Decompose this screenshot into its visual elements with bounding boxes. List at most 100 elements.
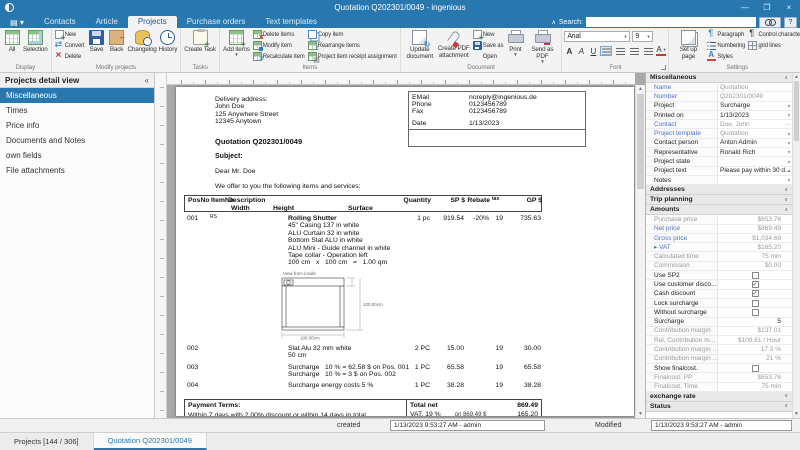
sidebar-item-miscellaneous[interactable]: Miscellaneous (0, 88, 154, 103)
find-button[interactable] (759, 17, 781, 28)
prop-value[interactable] (718, 299, 792, 307)
tab-article[interactable]: Article (86, 16, 128, 28)
font-family-select[interactable]: Arial▼ (564, 31, 630, 42)
checkbox[interactable]: ✓ (752, 290, 759, 297)
align-justify-button[interactable] (642, 46, 654, 56)
new-button[interactable]: New (472, 29, 505, 40)
create-pdf-attachment-button[interactable]: Create PDF attachment (437, 29, 471, 61)
prop-value[interactable] (718, 364, 792, 372)
item-row-004[interactable]: 004Surcharge energy costs 5 %1 PC38.2819… (184, 379, 542, 390)
set-up-page-button[interactable]: Set up page (671, 29, 705, 61)
tab-quotation[interactable]: Quotation Q202301/0049 (94, 433, 207, 450)
align-right-button[interactable] (628, 46, 640, 56)
sidebar-item-documents-and-notes[interactable]: Documents and Notes (0, 133, 154, 148)
align-left-button[interactable] (600, 46, 612, 56)
sidebar-item-own-fields[interactable]: own fields (0, 148, 154, 163)
prop-value[interactable]: Quotation▼ (718, 129, 792, 137)
prop-value[interactable]: $0.00 (718, 262, 792, 270)
dropdown-arrow-icon[interactable]: ▼ (787, 178, 791, 183)
prop-value[interactable]: 75 min (718, 252, 792, 260)
dropdown-arrow-icon[interactable]: ▼ (787, 131, 791, 136)
prop-value[interactable]: $137.01 (718, 327, 792, 335)
prop-value[interactable]: Ronald Rich▼ (718, 148, 792, 156)
tab-purchase-orders[interactable]: Purchase orders (177, 16, 256, 28)
search-input[interactable] (586, 17, 756, 27)
create-task-button[interactable]: Create Task (183, 29, 217, 54)
modified-value-field[interactable]: 1/13/2023 9:53:27 AM - admin (651, 420, 792, 431)
bold-button[interactable]: A (564, 45, 574, 56)
scroll-down-icon[interactable]: ▼ (636, 411, 645, 417)
copy-item-button[interactable]: Copy item (307, 29, 398, 40)
close-button[interactable]: × (778, 0, 800, 15)
prop-value[interactable]: $869.49 (718, 225, 792, 233)
scroll-thumb[interactable] (794, 81, 799, 141)
tab-contacts[interactable]: Contacts (34, 16, 86, 28)
document-page[interactable]: Delivery address: John Doe 125 Anywhere … (176, 87, 634, 416)
collapse-panel-icon[interactable]: « (145, 76, 149, 85)
dropdown-arrow-icon[interactable]: ▼ (787, 113, 791, 118)
font-color-button[interactable]: A▼ (656, 45, 666, 56)
sidebar-item-price-info[interactable]: Price info (0, 118, 154, 133)
selection-button[interactable]: Selection (22, 29, 49, 54)
dropdown-arrow-icon[interactable]: ▼ (787, 140, 791, 145)
prop-value[interactable] (718, 271, 792, 279)
history-button[interactable]: History (158, 29, 179, 54)
back-button[interactable]: Back (107, 29, 127, 54)
all-button[interactable]: All (2, 29, 22, 54)
prop-value[interactable]: $653.76 (718, 373, 792, 381)
prop-value[interactable]: 75 min (718, 383, 792, 391)
item-row-001[interactable]: 001RSRolling Shutter45" Casing 137 in wh… (184, 212, 542, 268)
modify-item-button[interactable]: Modify item (252, 40, 306, 51)
section-miscellaneous[interactable]: Miscellaneous∧ (646, 73, 792, 83)
sidebar-item-times[interactable]: Times (0, 103, 154, 118)
delete-button[interactable]: Delete (54, 51, 86, 62)
prop-value[interactable]: $165.20 (718, 243, 792, 251)
prop-value[interactable]: ▼ (718, 157, 792, 165)
prop-value[interactable]: Doe, John… (718, 120, 792, 128)
underline-button[interactable]: U (588, 45, 598, 56)
add-items-button[interactable]: Add items▼ (222, 29, 251, 58)
styles-button[interactable]: Styles (706, 51, 746, 62)
prop-value[interactable]: ✓ (718, 290, 792, 298)
help-button[interactable]: ? (784, 17, 797, 28)
section-amounts[interactable]: Amounts∧ (646, 205, 792, 215)
prop-value[interactable]: $109.61 / Hour (718, 336, 792, 344)
section-trip-planning[interactable]: Trip planning∨ (646, 195, 792, 205)
save-as-button[interactable]: Save as (472, 40, 505, 51)
send-as-pdf-button[interactable]: Send as PDF▼ (525, 29, 559, 65)
created-value-field[interactable]: 1/13/2023 9:53:27 AM - admin (390, 420, 545, 431)
prop-value[interactable]: Quotation (718, 83, 792, 91)
scroll-up-icon[interactable]: ▲ (636, 86, 645, 92)
prop-value[interactable]: Surcharge▼ (718, 102, 792, 110)
tab-projects-list[interactable]: Projects [144 / 306] (0, 433, 94, 450)
properties-scrollbar[interactable]: ▲ ▼ (792, 73, 800, 418)
tab-text-templates[interactable]: Text templates (255, 16, 327, 28)
prop-value[interactable]: ▼ (718, 176, 792, 184)
tab-projects[interactable]: Projects (128, 16, 177, 28)
delete-items-button[interactable]: Delete items (252, 29, 306, 40)
prop-value[interactable]: ✓ (718, 280, 792, 288)
scroll-thumb[interactable] (637, 94, 644, 189)
section-status[interactable]: Status∨ (646, 402, 792, 412)
document-scrollbar[interactable]: ▲ ▼ (635, 85, 645, 418)
minimize-button[interactable]: — (734, 0, 756, 15)
maximize-button[interactable]: ❐ (756, 0, 778, 15)
paragraph-button[interactable]: Paragraph (706, 29, 746, 40)
print-button[interactable]: Print▼ (505, 29, 525, 65)
font-size-select[interactable]: 9▼ (632, 31, 653, 42)
scroll-down-icon[interactable]: ▼ (793, 411, 800, 417)
sidebar-item-file-attachments[interactable]: File attachments (0, 163, 154, 178)
app-menu-button[interactable]: ▤ ▾ (0, 18, 34, 28)
grid-lines-button[interactable]: grid lines (747, 40, 800, 51)
checkbox[interactable] (752, 300, 759, 307)
checkbox[interactable] (752, 365, 759, 372)
rearrange-items-button[interactable]: Rearrange items (307, 40, 398, 51)
item-row-002[interactable]: 002Slat Alu 32 mm white50 cm2 PC15.00193… (184, 342, 542, 361)
prop-value[interactable]: 21 % (718, 355, 792, 363)
prop-value[interactable]: 17.3 % (718, 345, 792, 353)
open-button[interactable]: Open (472, 51, 505, 62)
changelog-button[interactable]: Changelog (127, 29, 158, 54)
align-center-button[interactable] (614, 46, 626, 56)
prop-value[interactable]: 1/13/2023▼ (718, 111, 792, 119)
prop-value[interactable]: Please pay within 30 d...▼ (718, 167, 792, 175)
